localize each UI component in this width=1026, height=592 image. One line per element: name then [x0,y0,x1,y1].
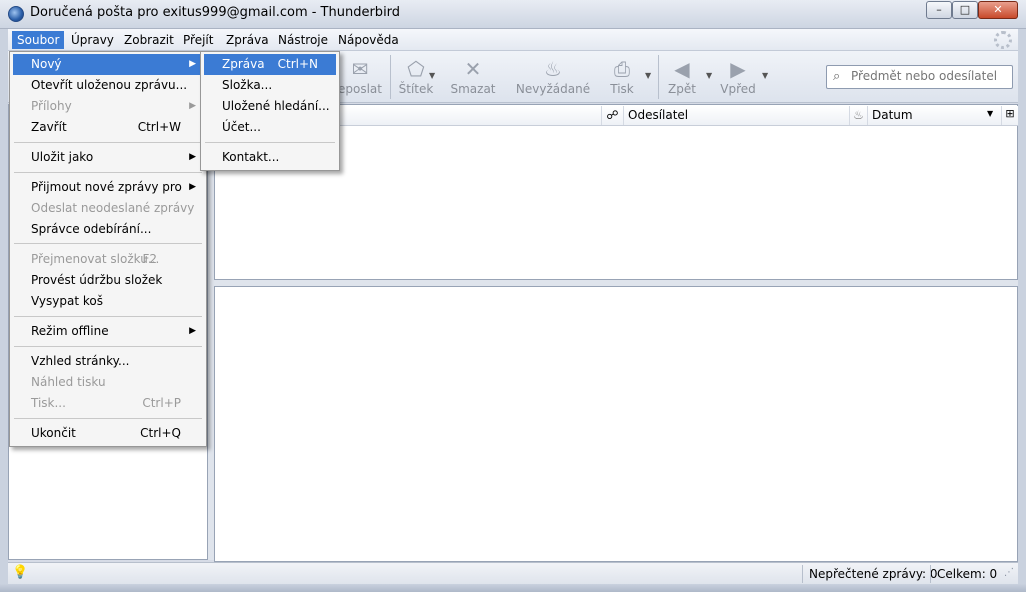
print-dropdown-arrow-icon[interactable]: ▼ [645,71,651,80]
resize-grip-icon[interactable]: ⋰ [1004,567,1014,578]
forward-arrow-icon: ▶ [730,57,746,81]
file-menu-rename-folder[interactable]: Přejmenovat složku... F2 [13,249,203,270]
file-menu-open-saved[interactable]: Otevřít uloženou zprávu... [13,75,203,96]
back-dropdown-arrow-icon[interactable]: ▼ [706,71,712,80]
menu-separator [14,243,202,244]
submenu-arrow-icon: ▶ [189,101,196,111]
unread-count: Nepřečtené zprávy: 0 [802,565,938,583]
menu-separator [14,172,202,173]
file-menu-offline[interactable]: Režim offline ▶ [13,321,203,342]
file-menu-get-messages[interactable]: Přijmout nové zprávy pro ▶ [13,177,203,198]
submenu-arrow-icon: ▶ [189,59,196,69]
menu-bar: Soubor Úpravy Zobrazit Přejít Zpráva Nás… [8,29,1018,51]
quick-search-box[interactable]: ⌕ [826,65,1013,89]
column-thread-icon[interactable]: ☍ [602,106,624,125]
file-menu-empty-trash[interactable]: Vysypat koš [13,291,203,312]
submenu-arrow-icon: ▶ [189,182,196,192]
file-menu-new[interactable]: Nový ▶ [13,54,203,75]
file-menu-close[interactable]: Zavřít Ctrl+W [13,117,203,138]
file-menu-page-setup[interactable]: Vzhled stránky... [13,351,203,372]
print-icon: ⎙ [614,57,630,81]
menu-soubor[interactable]: Soubor [12,31,65,49]
file-menu-quit[interactable]: Ukončit Ctrl+Q [13,423,203,444]
forward-icon: ✉ [351,57,369,81]
activity-throbber-icon [994,31,1012,49]
submenu-arrow-icon: ▶ [189,152,196,162]
tag-dropdown-arrow-icon[interactable]: ▼ [429,71,435,80]
toolbar-delete-button[interactable]: ✕ Smazat [448,56,498,100]
window-border-bottom [0,584,1026,592]
column-junk-icon[interactable]: ♨ [850,106,868,125]
forward-dropdown-arrow-icon[interactable]: ▼ [762,71,768,80]
maximize-button[interactable]: □ [952,1,978,19]
delete-icon: ✕ [464,57,482,81]
menu-separator [14,346,202,347]
menu-nastroje[interactable]: Nástroje [273,31,333,49]
new-account-item[interactable]: Účet... [204,117,336,138]
new-contact-item[interactable]: Kontakt... [204,147,336,168]
toolbar-junk-button[interactable]: ♨ Nevyžádané [513,56,593,100]
title-bar[interactable]: Doručená pošta pro exitus999@gmail.com -… [0,0,1026,29]
toolbar-next-button[interactable]: ▶ Vpřed [716,56,760,100]
minimize-button[interactable]: – [926,1,952,19]
file-menu-save-as[interactable]: Uložit jako ▶ [13,147,203,168]
toolbar-back-button[interactable]: ◀ Zpět [664,56,700,100]
file-menu-print[interactable]: Tisk... Ctrl+P [13,393,203,414]
toolbar-separator [390,55,391,99]
search-input[interactable] [851,69,1011,83]
new-folder-item[interactable]: Složka... [204,75,336,96]
file-menu-send-unsent[interactable]: Odeslat neodeslané zprávy [13,198,203,219]
file-menu-compact-folders[interactable]: Provést údržbu složek [13,270,203,291]
close-window-button[interactable]: ✕ [978,1,1018,19]
total-count: Celkem: 0 [930,565,1002,583]
new-message-item[interactable]: Zpráva Ctrl+N [204,54,336,75]
window-border-right [1018,29,1026,585]
back-icon: ◀ [674,57,690,81]
menu-zobrazit[interactable]: Zobrazit [119,31,179,49]
window-title: Doručená pošta pro exitus999@gmail.com -… [30,5,401,20]
toolbar-separator [658,55,659,99]
menu-separator [14,418,202,419]
search-icon[interactable]: ⌕ [833,69,840,84]
menu-zprava[interactable]: Zpráva [221,31,274,49]
submenu-arrow-icon: ▶ [189,326,196,336]
menu-separator [14,316,202,317]
menu-separator [14,142,202,143]
menu-upravy[interactable]: Úpravy [66,31,119,49]
toolbar-print-button[interactable]: ⎙ Tisk [602,56,642,100]
status-bar: 💡 Nepřečtené zprávy: 0 Celkem: 0 ⋰ [8,562,1018,584]
menu-napoveda[interactable]: Nápověda [333,31,404,49]
file-menu-attachments[interactable]: Přílohy ▶ [13,96,203,117]
toolbar-forward-button[interactable]: ✉ eposlat [338,56,382,100]
window-border-left [0,29,8,585]
file-menu-subscribe[interactable]: Správce odebírání... [13,219,203,240]
column-date[interactable]: Datum [868,106,1002,125]
menu-prejit[interactable]: Přejít [178,31,218,49]
column-sender[interactable]: Odesílatel [624,106,850,125]
menu-separator [205,142,335,143]
sort-indicator-icon: ▼ [987,109,994,118]
thunderbird-app-icon[interactable] [8,6,24,22]
message-preview-pane[interactable] [214,286,1018,562]
file-menu-dropdown: Nový ▶ Otevřít uloženou zprávu... Přílohy… [9,51,207,447]
online-status-icon[interactable]: 💡 [12,565,28,580]
junk-icon: ♨ [544,57,562,81]
file-menu-print-preview[interactable]: Náhled tisku [13,372,203,393]
column-picker-icon[interactable]: ⊞ [1002,107,1018,120]
new-saved-search-item[interactable]: Uložené hledání... [204,96,336,117]
new-submenu-dropdown: Zpráva Ctrl+N Složka... Uložené hledání..… [200,51,340,171]
